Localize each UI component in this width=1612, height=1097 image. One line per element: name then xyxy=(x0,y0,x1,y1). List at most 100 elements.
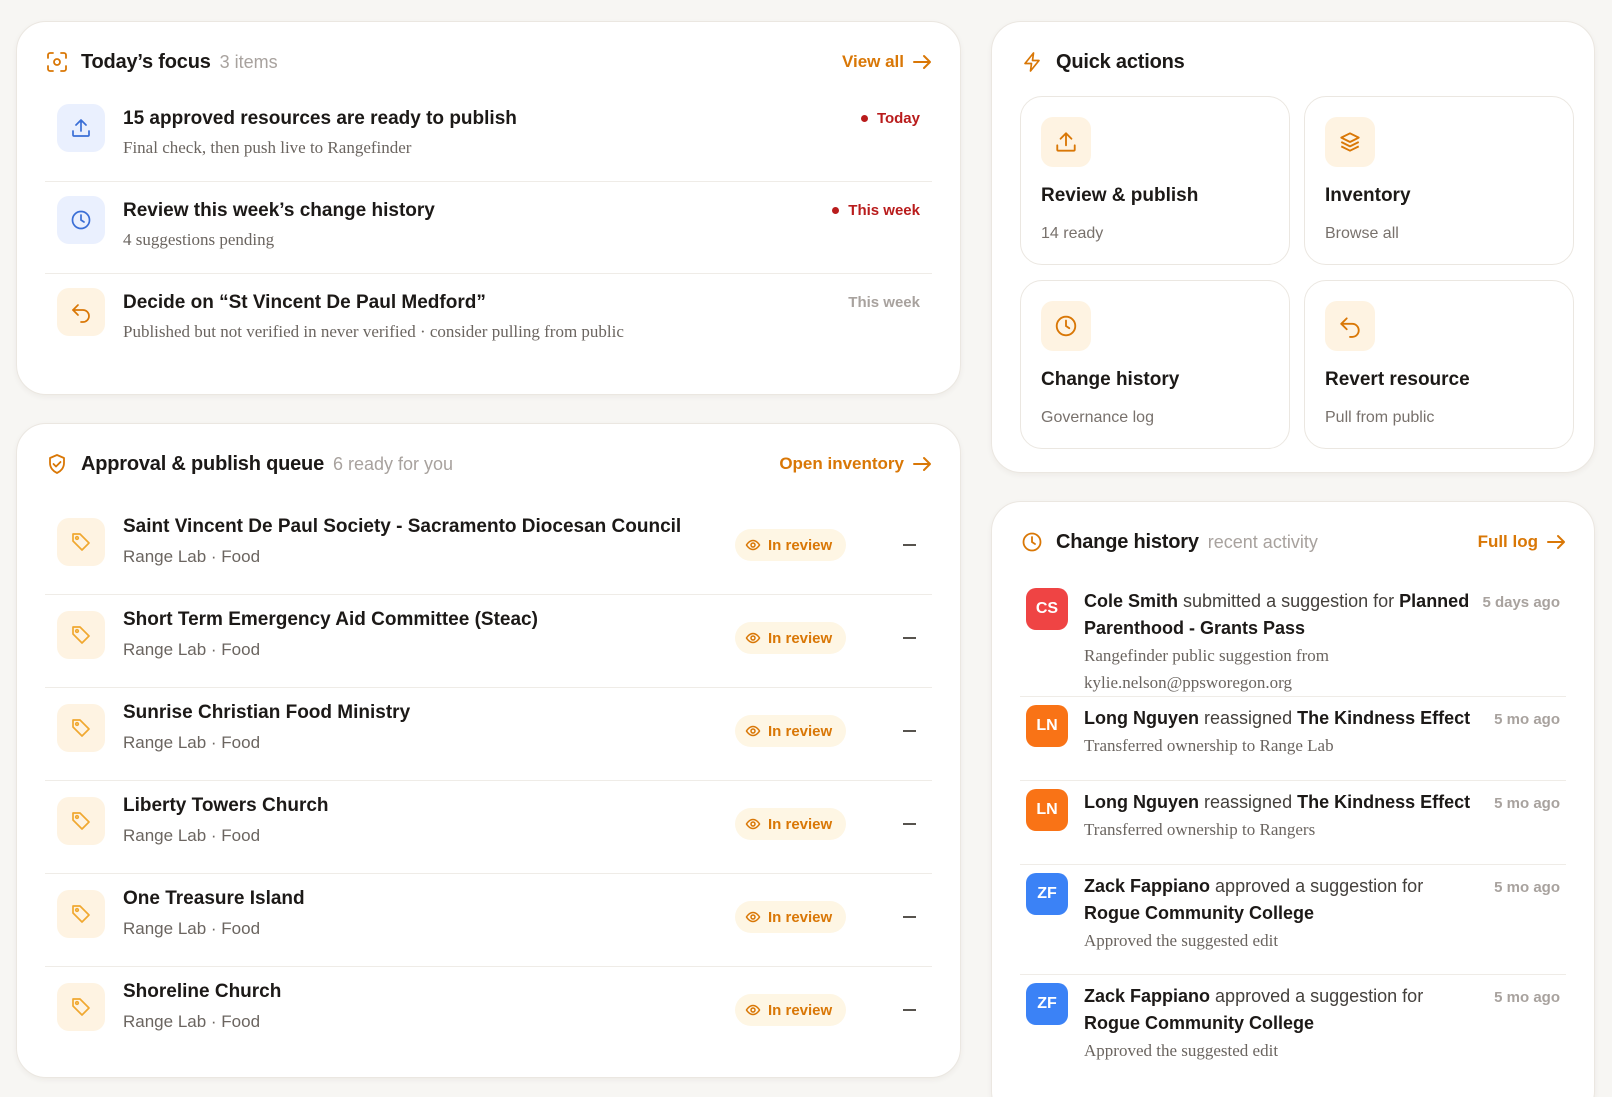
avatar: ZF xyxy=(1026,873,1068,915)
row-action-button[interactable] xyxy=(898,715,920,747)
history-description: Transferred ownership to Range Lab xyxy=(1084,736,1334,755)
row-action-button[interactable] xyxy=(898,901,920,933)
tile-subtitle: Browse all xyxy=(1325,225,1399,242)
lightning-icon xyxy=(1020,50,1044,74)
avatar: CS xyxy=(1026,588,1068,630)
action-verb: approved a suggestion for xyxy=(1215,986,1424,1006)
queue-row[interactable]: Saint Vincent De Paul Society - Sacramen… xyxy=(45,502,932,595)
actor-name: Zack Fappiano xyxy=(1084,876,1211,896)
upload-icon xyxy=(57,104,105,152)
open-inventory-link[interactable]: Open inventory xyxy=(779,454,932,474)
queue-item-meta: Range Lab · Food xyxy=(123,547,261,566)
history-summary: Zack Fappiano approved a suggestion for … xyxy=(1084,983,1480,1037)
revert-resource-tile[interactable]: Revert resource Pull from public xyxy=(1304,280,1574,449)
tag-icon xyxy=(57,890,105,938)
history-entry[interactable]: CS Cole Smith submitted a suggestion for … xyxy=(1020,580,1566,697)
history-title: Change history xyxy=(1056,530,1199,553)
arrow-right-icon xyxy=(913,55,931,69)
queue-item-title: One Treasure Island xyxy=(123,888,305,909)
queue-item-meta: Range Lab · Food xyxy=(123,733,261,752)
eye-icon xyxy=(745,632,761,644)
tile-title: Review & publish xyxy=(1041,185,1199,206)
queue-item-title: Liberty Towers Church xyxy=(123,795,329,816)
focus-item-subtitle: 4 suggestions pending xyxy=(123,230,275,249)
full-log-label: Full log xyxy=(1477,532,1538,551)
tile-subtitle: 14 ready xyxy=(1041,225,1104,242)
quick-actions-grid: Review & publish 14 ready Inventory Brow… xyxy=(1020,96,1574,449)
inventory-tile[interactable]: Inventory Browse all xyxy=(1304,96,1574,265)
row-action-button[interactable] xyxy=(898,808,920,840)
focus-target-icon xyxy=(45,50,69,74)
tag-icon xyxy=(57,704,105,752)
quick-actions-title: Quick actions xyxy=(1056,50,1185,73)
focus-item[interactable]: Review this week’s change history 4 sugg… xyxy=(45,182,932,274)
focus-title: Today’s focus xyxy=(81,50,211,73)
focus-item-subtitle: Final check, then push live to Rangefind… xyxy=(123,138,412,157)
focus-item[interactable]: Decide on “St Vincent De Paul Medford” P… xyxy=(45,274,932,366)
red-dot-icon xyxy=(832,207,840,214)
upload-icon xyxy=(1041,117,1091,167)
queue-item-meta: Range Lab · Food xyxy=(123,919,261,938)
eye-icon xyxy=(745,818,761,830)
row-action-button[interactable] xyxy=(898,994,920,1026)
history-summary: Zack Fappiano approved a suggestion for … xyxy=(1084,873,1480,927)
queue-row[interactable]: Shoreline Church Range Lab · Food In revie… xyxy=(45,967,932,1060)
view-all-label: View all xyxy=(841,52,904,71)
history-entry[interactable]: ZF Zack Fappiano approved a suggestion fo… xyxy=(1020,975,1566,1085)
focus-list: 15 approved resources are ready to publi… xyxy=(45,90,932,366)
todays-focus-card: Today’s focus 3 items View all 15 approv… xyxy=(16,21,961,395)
history-summary: Long Nguyen reassigned The Kindness Effe… xyxy=(1084,789,1480,816)
queue-item-meta: Range Lab · Food xyxy=(123,826,261,845)
queue-row[interactable]: Short Term Emergency Aid Committee (Stea… xyxy=(45,595,932,688)
focus-item[interactable]: 15 approved resources are ready to publi… xyxy=(45,90,932,182)
queue-header: Approval & publish queue 6 ready for you… xyxy=(45,444,932,484)
eye-icon xyxy=(745,1004,761,1016)
quick-actions-header: Quick actions xyxy=(1020,42,1566,82)
status-badge: In review xyxy=(735,529,847,561)
row-action-button[interactable] xyxy=(898,622,920,654)
history-entry[interactable]: ZF Zack Fappiano approved a suggestion fo… xyxy=(1020,865,1566,975)
open-inventory-label: Open inventory xyxy=(779,454,904,473)
history-description: Transferred ownership to Rangers xyxy=(1084,820,1316,839)
clock-icon xyxy=(1020,530,1044,554)
minus-icon xyxy=(902,916,916,918)
history-entry[interactable]: LN Long Nguyen reassigned The Kindness Ef… xyxy=(1020,697,1566,781)
approval-queue-card: Approval & publish queue 6 ready for you… xyxy=(16,423,961,1078)
status-badge: In review xyxy=(735,994,847,1026)
row-action-button[interactable] xyxy=(898,529,920,561)
undo-icon xyxy=(57,288,105,336)
queue-item-title: Saint Vincent De Paul Society - Sacramen… xyxy=(123,516,682,537)
avatar: ZF xyxy=(1026,983,1068,1025)
actor-name: Long Nguyen xyxy=(1084,708,1199,728)
queue-row[interactable]: Sunrise Christian Food Ministry Range Lab… xyxy=(45,688,932,781)
view-all-link[interactable]: View all xyxy=(842,52,932,72)
tile-subtitle: Governance log xyxy=(1041,409,1154,426)
queue-item-title: Sunrise Christian Food Ministry xyxy=(123,702,411,723)
change-history-tile[interactable]: Change history Governance log xyxy=(1020,280,1290,449)
focus-count: 3 items xyxy=(219,51,278,72)
history-summary: Long Nguyen reassigned The Kindness Effe… xyxy=(1084,705,1480,732)
focus-header: Today’s focus 3 items View all xyxy=(45,42,932,82)
minus-icon xyxy=(902,544,916,546)
queue-item-title: Short Term Emergency Aid Committee (Stea… xyxy=(123,609,538,630)
queue-item-meta: Range Lab · Food xyxy=(123,640,261,659)
target-resource: Rogue Community College xyxy=(1084,1013,1315,1033)
action-verb: reassigned xyxy=(1204,708,1293,728)
full-log-link[interactable]: Full log xyxy=(1478,532,1566,552)
history-description: Approved the suggested edit xyxy=(1084,1041,1279,1060)
focus-item-subtitle: Published but not verified in never veri… xyxy=(123,322,624,341)
clock-icon xyxy=(57,196,105,244)
history-entry[interactable]: LN Long Nguyen reassigned The Kindness Ef… xyxy=(1020,781,1566,865)
queue-row[interactable]: One Treasure Island Range Lab · Food In re… xyxy=(45,874,932,967)
history-list: CS Cole Smith submitted a suggestion for … xyxy=(1020,580,1566,1085)
action-verb: approved a suggestion for xyxy=(1215,876,1424,896)
tile-subtitle: Pull from public xyxy=(1325,409,1435,426)
target-resource: Rogue Community College xyxy=(1084,903,1315,923)
timestamp: 5 mo ago xyxy=(1494,879,1560,896)
arrow-right-icon xyxy=(913,457,931,471)
status-badge: In review xyxy=(735,808,847,840)
review-publish-tile[interactable]: Review & publish 14 ready xyxy=(1020,96,1290,265)
clock-icon xyxy=(1041,301,1091,351)
queue-row[interactable]: Liberty Towers Church Range Lab · Food In … xyxy=(45,781,932,874)
tile-title: Inventory xyxy=(1325,185,1411,206)
